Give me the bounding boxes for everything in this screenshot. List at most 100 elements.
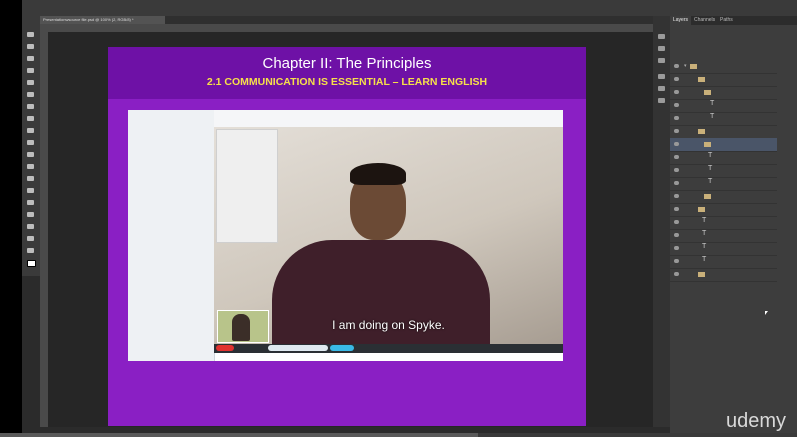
styles-icon[interactable] — [658, 98, 665, 103]
layer-row[interactable] — [670, 73, 777, 87]
dodge-tool-icon[interactable] — [27, 188, 34, 193]
layer-row[interactable]: T — [670, 242, 777, 256]
folder-icon — [698, 207, 705, 212]
text-layer-icon: T — [702, 230, 707, 237]
adjustments-icon[interactable] — [658, 74, 665, 79]
visibility-icon[interactable] — [674, 220, 679, 224]
layer-row-selected[interactable] — [670, 138, 777, 152]
slide-subtitle: 2.1 COMMUNICATION IS ESSENTIAL – LEARN E… — [206, 76, 488, 88]
brush-tool-icon[interactable] — [27, 116, 34, 121]
layer-row[interactable] — [670, 203, 777, 217]
panel-icon-strip — [653, 16, 670, 427]
properties-icon[interactable] — [658, 46, 665, 51]
udemy-watermark: udemy — [726, 410, 787, 432]
call-control-bar — [214, 344, 563, 353]
visibility-icon[interactable] — [674, 116, 679, 120]
layer-row[interactable]: T — [670, 164, 777, 178]
pen-tool-icon[interactable] — [27, 200, 34, 205]
shape-tool-icon[interactable] — [27, 236, 34, 241]
disclosure-icon[interactable]: ▾ — [684, 63, 687, 69]
text-layer-icon: T — [710, 113, 715, 120]
visibility-icon[interactable] — [674, 155, 679, 159]
eyedropper-tool-icon[interactable] — [27, 92, 34, 97]
layer-row[interactable] — [670, 190, 777, 204]
move-tool-icon[interactable] — [27, 32, 34, 37]
folder-icon — [704, 90, 711, 95]
quick-select-tool-icon[interactable] — [27, 68, 34, 73]
blur-tool-icon[interactable] — [27, 176, 34, 181]
path-select-tool-icon[interactable] — [27, 224, 34, 229]
visibility-icon[interactable] — [674, 168, 679, 172]
layer-row[interactable]: T — [670, 229, 777, 243]
vertical-ruler — [40, 32, 48, 427]
tab-paths[interactable]: Paths — [720, 16, 733, 25]
text-layer-icon: T — [708, 178, 713, 185]
eraser-tool-icon[interactable] — [27, 152, 34, 157]
swatches-icon[interactable] — [658, 86, 665, 91]
visibility-icon[interactable] — [674, 272, 679, 276]
visibility-icon[interactable] — [674, 103, 679, 107]
visibility-icon[interactable] — [674, 207, 679, 211]
video-caption: I am doing on Spyke. — [332, 318, 445, 332]
speaker-hair — [350, 163, 406, 185]
tools-panel — [22, 16, 40, 276]
color-swatch-icon[interactable] — [27, 260, 36, 267]
call-action-button — [330, 345, 354, 351]
layer-row[interactable]: ▾ — [670, 60, 777, 74]
options-bar — [22, 0, 797, 17]
lasso-tool-icon[interactable] — [27, 56, 34, 61]
text-layer-icon: T — [708, 152, 713, 159]
call-timer-bar — [268, 345, 328, 351]
whiteboard — [216, 129, 278, 243]
layer-row[interactable]: T — [670, 216, 777, 230]
visibility-icon[interactable] — [674, 64, 679, 68]
layers-panel-tabs: Layers Channels Paths — [670, 16, 797, 25]
gradient-tool-icon[interactable] — [27, 164, 34, 169]
layer-row[interactable] — [670, 86, 777, 100]
crop-tool-icon[interactable] — [27, 80, 34, 85]
folder-icon — [698, 272, 705, 277]
folder-icon — [698, 77, 705, 82]
visibility-icon[interactable] — [674, 181, 679, 185]
tab-layers[interactable]: Layers — [670, 16, 692, 25]
text-layer-icon: T — [702, 243, 707, 250]
visibility-icon[interactable] — [674, 142, 679, 146]
visibility-icon[interactable] — [674, 233, 679, 237]
type-tool-icon[interactable] — [27, 212, 34, 217]
visibility-icon[interactable] — [674, 90, 679, 94]
video-progress-fill — [0, 433, 479, 437]
healing-tool-icon[interactable] — [27, 104, 34, 109]
folder-icon — [698, 129, 705, 134]
layer-row[interactable]: T — [670, 151, 777, 165]
document-tab[interactable]: Presentationwsource file.psd @ 100% (2, … — [40, 16, 165, 24]
character-icon[interactable] — [658, 58, 665, 63]
hand-tool-icon[interactable] — [27, 248, 34, 253]
folder-icon — [704, 194, 711, 199]
layer-row[interactable]: T — [670, 177, 777, 191]
marquee-tool-icon[interactable] — [27, 44, 34, 49]
text-layer-icon: T — [708, 165, 713, 172]
visibility-icon[interactable] — [674, 259, 679, 263]
call-header — [214, 110, 563, 128]
layer-row[interactable]: T — [670, 99, 777, 113]
hang-up-button — [216, 345, 234, 351]
folder-icon — [704, 142, 711, 147]
layer-row[interactable] — [670, 268, 777, 282]
slide-title: Chapter II: The Principles — [262, 55, 432, 72]
visibility-icon[interactable] — [674, 77, 679, 81]
tab-channels[interactable]: Channels — [694, 16, 715, 25]
layer-row[interactable] — [670, 125, 777, 139]
text-layer-icon: T — [702, 256, 707, 263]
skype-sidebar — [128, 110, 215, 361]
layer-row[interactable]: T — [670, 112, 777, 126]
history-brush-tool-icon[interactable] — [27, 140, 34, 145]
stamp-tool-icon[interactable] — [27, 128, 34, 133]
text-layer-icon: T — [710, 100, 715, 107]
visibility-icon[interactable] — [674, 129, 679, 133]
history-icon[interactable] — [658, 34, 665, 39]
mouse-cursor-icon — [765, 311, 768, 315]
text-layer-icon: T — [702, 217, 707, 224]
visibility-icon[interactable] — [674, 194, 679, 198]
visibility-icon[interactable] — [674, 246, 679, 250]
layer-row[interactable]: T — [670, 255, 777, 269]
